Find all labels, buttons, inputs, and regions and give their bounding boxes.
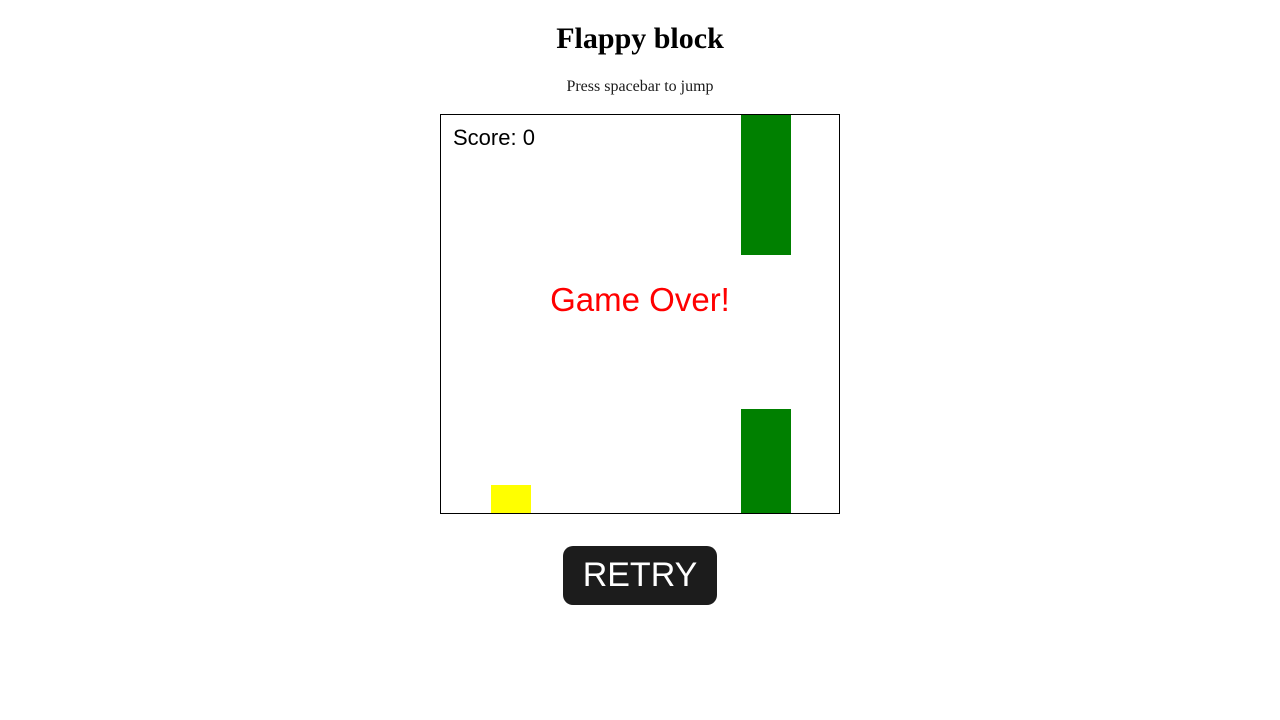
retry-button[interactable]: RETRY: [563, 546, 718, 605]
instructions-text: Press spacebar to jump: [566, 78, 713, 96]
player-block: [491, 485, 531, 513]
game-area[interactable]: Score: 0 Game Over!: [440, 114, 840, 514]
score-value: 0: [523, 125, 535, 150]
page-title: Flappy block: [556, 22, 724, 56]
pipe-bottom: [741, 409, 791, 513]
score-label: Score:: [453, 125, 517, 150]
game-over-text: Game Over!: [441, 281, 839, 319]
score-display: Score: 0: [453, 125, 535, 151]
pipe-top: [741, 115, 791, 255]
